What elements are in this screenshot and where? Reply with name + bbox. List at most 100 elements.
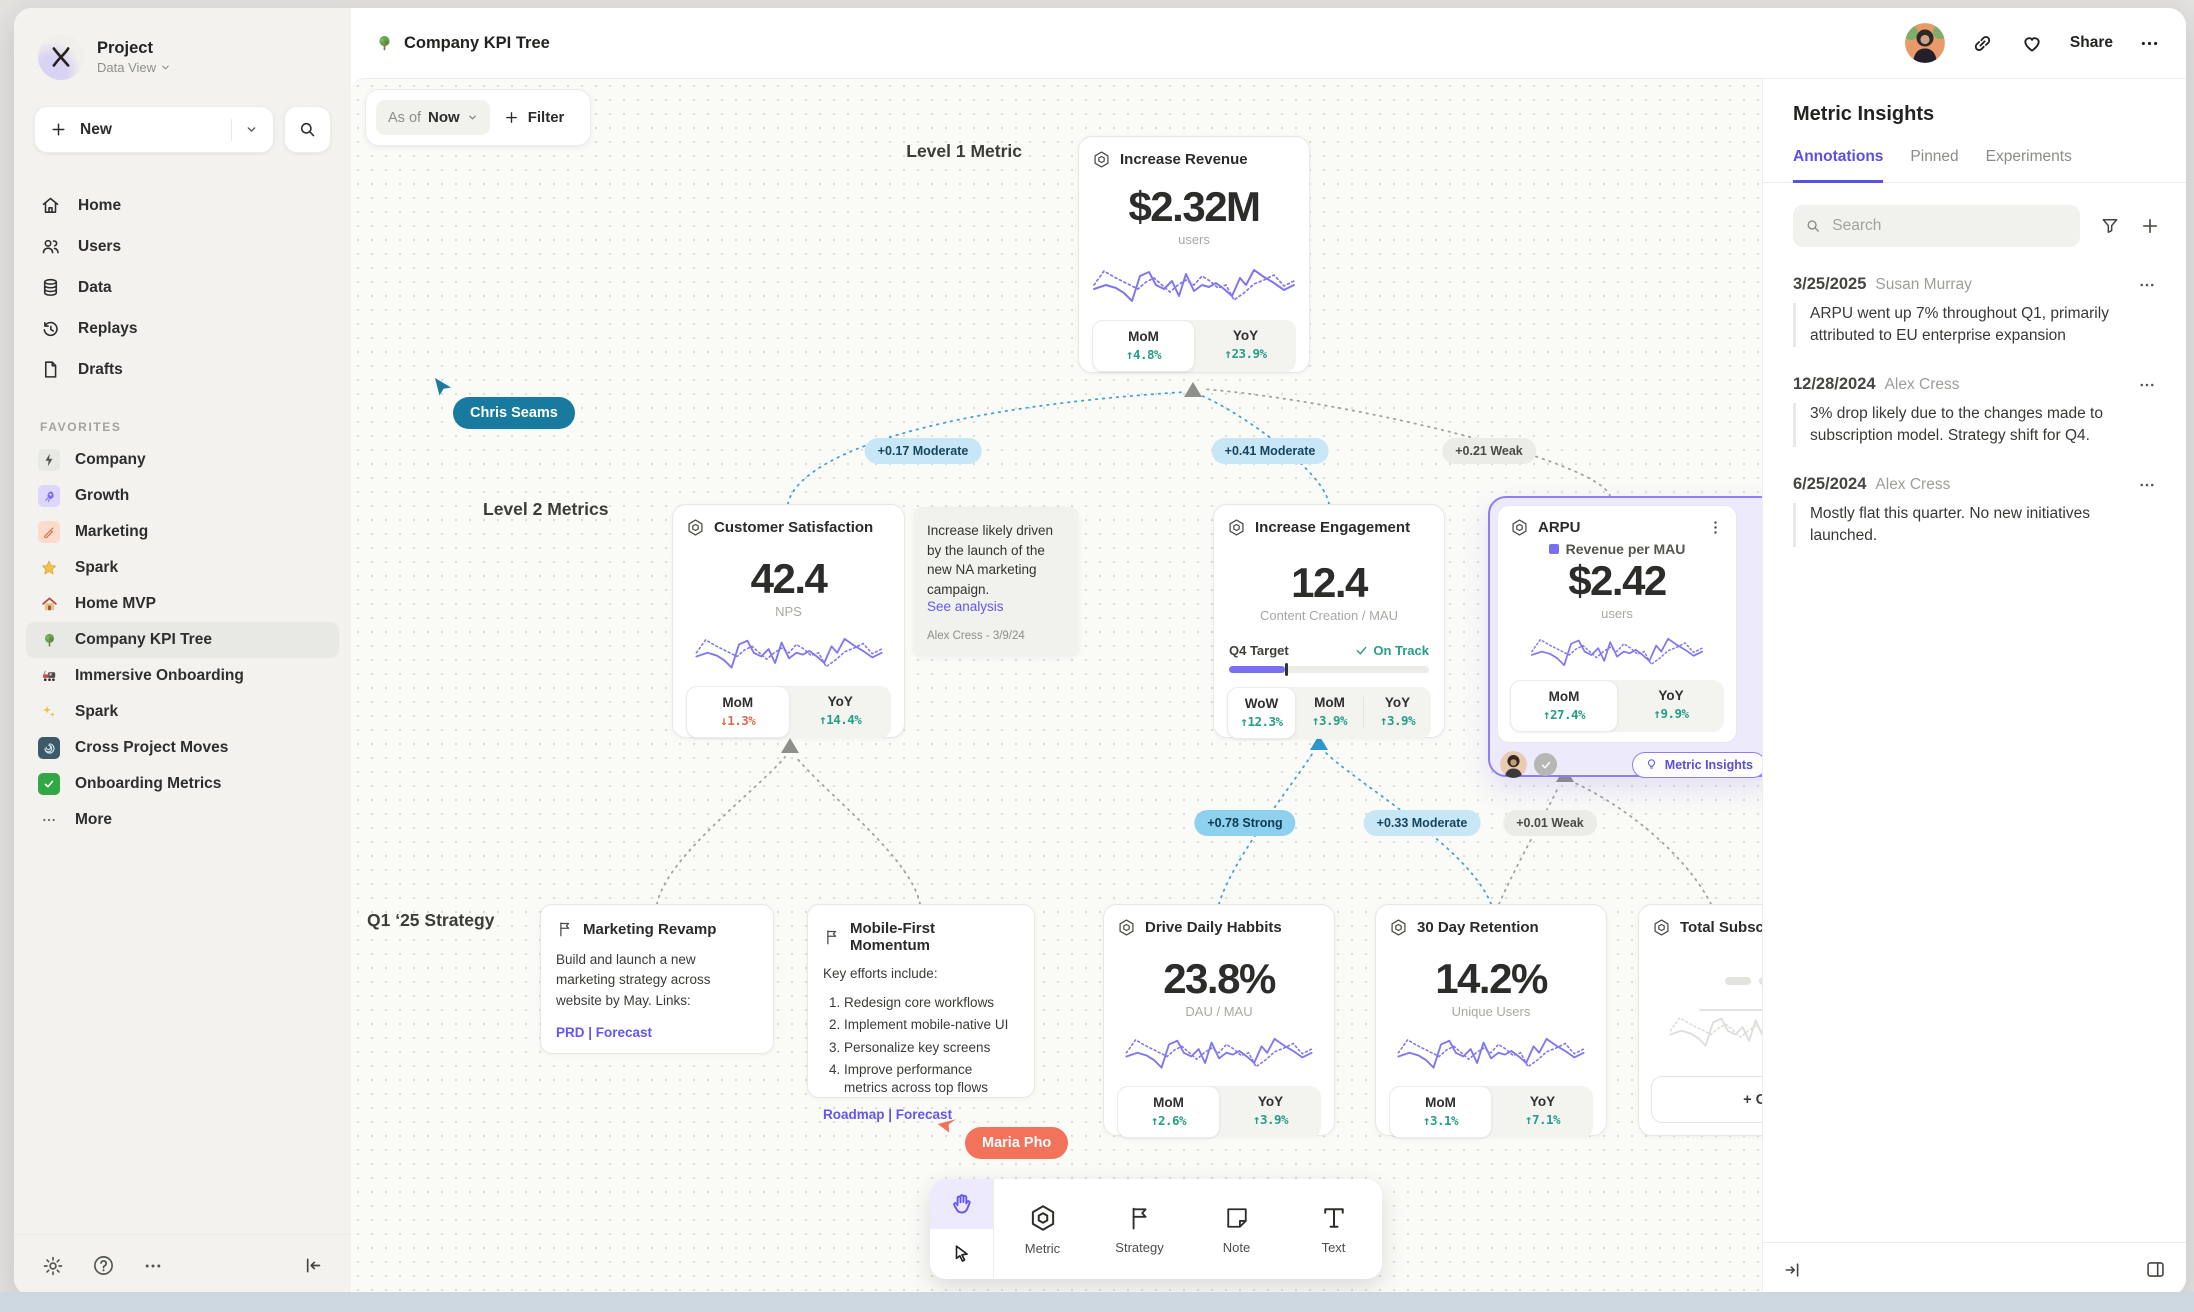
favorite-item-cross-project-moves[interactable]: Cross Project Moves <box>26 730 339 766</box>
filter-button[interactable]: Filter <box>496 109 573 126</box>
annotation-menu-button[interactable] <box>2138 276 2156 294</box>
settings-button[interactable] <box>42 1255 64 1277</box>
sidebar-item-users[interactable]: Users <box>26 226 339 267</box>
metric-tool-button[interactable]: Metric <box>994 1179 1091 1279</box>
text-tool-button[interactable]: Text <box>1285 1179 1382 1279</box>
strategy-card-mobile-first-momentum[interactable]: Mobile-First Momentum Key efforts includ… <box>807 904 1035 1098</box>
favorite-item-spark-2[interactable]: Spark <box>26 694 339 730</box>
metric-insights-button[interactable]: Metric Insights <box>1632 752 1762 778</box>
annotation-item[interactable]: 12/28/2024 Alex Cress 3% drop likely due… <box>1763 347 2186 447</box>
favorite-button[interactable] <box>2020 31 2044 55</box>
sparkline-chart <box>687 625 891 675</box>
stat-yoy[interactable]: YoY ↑9.9% <box>1618 680 1724 732</box>
sidebar-more-button[interactable] <box>143 1256 163 1276</box>
stat-yoy[interactable]: YoY ↑7.1% <box>1492 1086 1593 1138</box>
project-view-selector[interactable]: Data View <box>97 60 171 75</box>
add-annotation-button[interactable] <box>2140 216 2160 236</box>
favorite-item-spark[interactable]: Spark <box>26 550 339 586</box>
stat-mom[interactable]: MoM ↑4.8% <box>1092 320 1195 372</box>
sidebar-item-data[interactable]: Data <box>26 267 339 308</box>
strategy-links[interactable]: Roadmap | Forecast <box>823 1107 1019 1122</box>
metric-unit: DAU / MAU <box>1117 1004 1321 1019</box>
metric-value: $2.32M <box>1092 183 1296 231</box>
as-of-label: As of <box>388 110 421 126</box>
hand-tool-button[interactable] <box>930 1179 993 1229</box>
select-tool-button[interactable] <box>930 1229 993 1279</box>
topbar-more-button[interactable] <box>2139 33 2160 54</box>
project-switcher[interactable]: Project Data View <box>14 8 351 86</box>
favorite-item-immersive-onboarding[interactable]: Immersive Onboarding <box>26 658 339 694</box>
favorite-item-home-mvp[interactable]: Home MVP <box>26 586 339 622</box>
metric-hexagon-icon <box>1652 918 1671 937</box>
new-button[interactable]: New <box>34 106 274 153</box>
favorite-item-company-kpi-tree[interactable]: Company KPI Tree <box>26 622 339 658</box>
tab-annotations[interactable]: Annotations <box>1793 148 1883 183</box>
metric-card-increase-engagement[interactable]: Increase Engagement 12.4 Content Creatio… <box>1213 504 1445 738</box>
kebab-menu-icon[interactable] <box>1707 519 1724 536</box>
annotation-menu-button[interactable] <box>2138 476 2156 494</box>
stat-mom[interactable]: MoM ↑3.1% <box>1389 1086 1492 1138</box>
chevron-down-icon[interactable] <box>245 123 258 136</box>
sidebar-item-label: Home <box>78 197 121 215</box>
favorites-more-button[interactable]: More <box>26 802 339 838</box>
metric-hexagon-icon <box>1389 918 1408 937</box>
sidebar-item-drafts[interactable]: Drafts <box>26 349 339 390</box>
metric-unit: users <box>1092 232 1296 247</box>
annotation-menu-button[interactable] <box>2138 376 2156 394</box>
stat-yoy[interactable]: YoY ↑3.9% <box>1364 687 1431 739</box>
annotation-item[interactable]: 3/25/2025 Susan Murray ARPU went up 7% t… <box>1763 247 2186 347</box>
collapse-right-icon <box>1783 1260 1803 1280</box>
tab-pinned[interactable]: Pinned <box>1910 148 1958 183</box>
tab-experiments[interactable]: Experiments <box>1986 148 2072 183</box>
avatar[interactable] <box>1905 23 1945 63</box>
funnel-icon <box>2100 216 2120 236</box>
stat-mom[interactable]: MoM ↑2.6% <box>1117 1086 1220 1138</box>
layout-columns-button[interactable] <box>2145 1259 2166 1280</box>
annotation-note-card[interactable]: Increase likely driven by the launch of … <box>913 507 1079 656</box>
metric-hexagon-icon <box>1117 918 1136 937</box>
logo-x-icon <box>48 44 74 70</box>
cursor-icon <box>951 1243 973 1265</box>
help-button[interactable] <box>92 1254 115 1277</box>
stat-mom[interactable]: MoM ↑27.4% <box>1510 680 1618 732</box>
sidebar-item-home[interactable]: Home <box>26 185 339 226</box>
annotation-item[interactable]: 6/25/2024 Alex Cress Mostly flat this qu… <box>1763 447 2186 547</box>
collapse-sidebar-button[interactable] <box>302 1255 323 1276</box>
lightbulb-icon <box>1645 758 1658 771</box>
copy-link-button[interactable] <box>1971 32 1994 55</box>
sidebar-nav: Home Users Data <box>14 161 351 390</box>
strategy-card-marketing-revamp[interactable]: Marketing Revamp Build and launch a new … <box>540 904 774 1054</box>
annotations-search[interactable] <box>1793 205 2080 247</box>
metric-card-total-subscriptions[interactable]: Total Subscript + Connec <box>1638 904 1762 1136</box>
favorite-item-marketing[interactable]: Marketing <box>26 514 339 550</box>
kpi-tree-canvas[interactable]: As of Now Filter Level 1 Metric <box>351 78 1762 1296</box>
stat-yoy[interactable]: YoY ↑14.4% <box>790 686 892 738</box>
favorite-item-company[interactable]: Company <box>26 442 339 478</box>
stat-wow[interactable]: WoW ↑12.3% <box>1227 687 1296 739</box>
note-tool-button[interactable]: Note <box>1188 1179 1285 1279</box>
see-analysis-link[interactable]: See analysis <box>927 599 1065 614</box>
metric-card-arpu-selected[interactable]: ARPU Revenue per MAU $2.42 users <box>1488 496 1762 777</box>
stat-mom[interactable]: MoM ↓1.3% <box>686 686 790 738</box>
stat-yoy[interactable]: YoY ↑3.9% <box>1220 1086 1321 1138</box>
metric-card-30-day-retention[interactable]: 30 Day Retention 14.2% Unique Users MoM … <box>1375 904 1607 1136</box>
stat-yoy[interactable]: YoY ↑23.9% <box>1195 320 1296 372</box>
filter-annotations-button[interactable] <box>2100 216 2120 236</box>
metric-card-drive-daily-habbits[interactable]: Drive Daily Habbits 23.8% DAU / MAU MoM … <box>1103 904 1335 1136</box>
strategy-links[interactable]: PRD | Forecast <box>556 1025 758 1040</box>
favorite-item-onboarding-metrics[interactable]: Onboarding Metrics <box>26 766 339 802</box>
as-of-selector[interactable]: As of Now <box>376 100 490 135</box>
search-input[interactable] <box>1830 216 2068 236</box>
connect-data-button[interactable]: + Connec <box>1651 1076 1762 1123</box>
metric-card-increase-revenue[interactable]: Increase Revenue $2.32M users MoM ↑4.8% … <box>1078 136 1310 373</box>
strategy-intro: Key efforts include: <box>823 964 1019 984</box>
share-button[interactable]: Share <box>2070 34 2113 52</box>
metric-card-customer-satisfaction[interactable]: Customer Satisfaction 42.4 NPS MoM ↓1.3%… <box>672 504 905 738</box>
collapse-panel-button[interactable] <box>1783 1260 1803 1280</box>
sidebar-item-replays[interactable]: Replays <box>26 308 339 349</box>
stat-mom[interactable]: MoM ↑3.9% <box>1296 687 1363 739</box>
collaborator-cursor-maria: Maria Pho <box>965 1127 1068 1159</box>
strategy-tool-button[interactable]: Strategy <box>1091 1179 1188 1279</box>
sidebar-search-button[interactable] <box>284 106 331 153</box>
favorite-item-growth[interactable]: Growth <box>26 478 339 514</box>
